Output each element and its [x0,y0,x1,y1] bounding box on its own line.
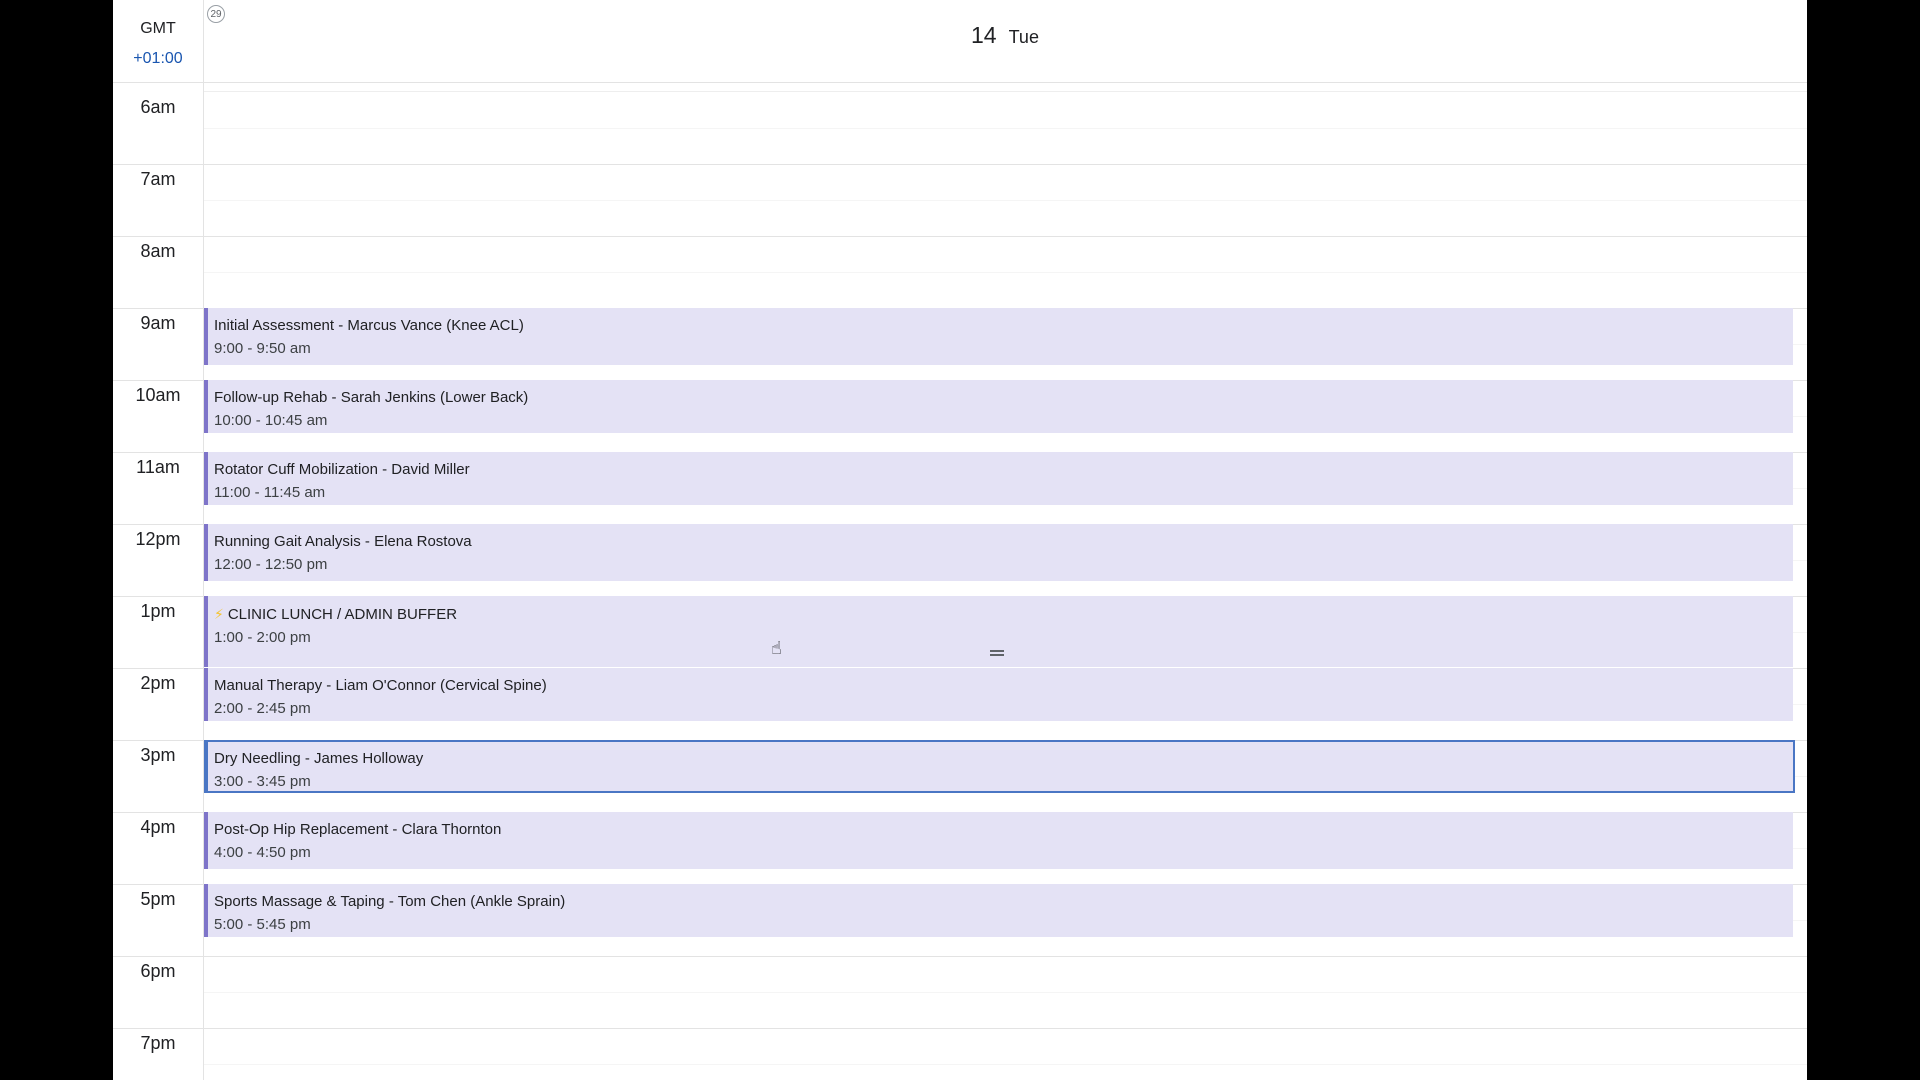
hour-gridline [113,956,1807,957]
event-title: Initial Assessment - Marcus Vance (Knee … [214,317,1793,335]
event-title-text: CLINIC LUNCH / ADMIN BUFFER [227,606,458,623]
timezone-label: GMT [140,20,176,37]
half-hour-gridline [204,992,1807,993]
timezone-offset[interactable]: +01:00 [113,50,203,68]
event-title-text: Follow-up Rehab - Sarah Jenkins (Lower B… [214,389,529,406]
event-time: 3:00 - 3:45 pm [214,773,311,790]
event-block[interactable]: Follow-up Rehab - Sarah Jenkins (Lower B… [204,380,1793,433]
half-hour-gridline [204,200,1807,201]
event-time: 1:00 - 2:00 pm [214,629,311,646]
event-block[interactable]: Running Gait Analysis - Elena Rostova 12:… [204,524,1793,581]
event-block[interactable]: Initial Assessment - Marcus Vance (Knee … [204,308,1793,365]
event-block[interactable]: Sports Massage & Taping - Tom Chen (Ankl… [204,884,1793,937]
week-number-badge[interactable]: 29 [207,5,225,23]
lightning-bolt-icon: ⚡ [214,606,224,622]
event-title: Post-Op Hip Replacement - Clara Thornton [214,821,1793,839]
calendar-day-view: GMT +01:00 29 14 Tue 6am 7am 8am 9am 10am 11am… [113,0,1807,1080]
event-block[interactable]: Manual Therapy - Liam O'Connor (Cervical… [204,668,1793,721]
event-title-text: Sports Massage & Taping - Tom Chen (Ankl… [214,893,566,910]
half-hour-gridline [204,128,1807,129]
hour-label: 4pm [140,817,176,837]
event-time: 2:00 - 2:45 pm [214,700,311,717]
hour-gridline [113,236,1807,237]
event-block[interactable]: Post-Op Hip Replacement - Clara Thornton… [204,812,1793,869]
hour-label: 9am [140,313,176,333]
day-number: 14 [971,22,997,48]
event-title-text: Manual Therapy - Liam O'Connor (Cervical… [214,677,547,694]
calendar-header: GMT +01:00 29 14 Tue [113,0,1807,83]
half-hour-gridline [204,1064,1807,1065]
day-header[interactable]: 14 Tue [203,22,1807,49]
event-block[interactable]: Dry Needling - James Holloway 3:00 - 3:45… [204,740,1795,793]
hour-label: 6pm [140,961,176,981]
event-title-text: Initial Assessment - Marcus Vance (Knee … [214,317,524,334]
hour-label: 6am [140,97,176,117]
event-title: Dry Needling - James Holloway [214,750,1793,768]
hour-gridline [113,1028,1807,1029]
event-title-text: Rotator Cuff Mobilization - David Miller [214,461,470,478]
event-time: 9:00 - 9:50 am [214,340,311,357]
event-time: 4:00 - 4:50 pm [214,844,311,861]
event-title: Follow-up Rehab - Sarah Jenkins (Lower B… [214,389,1793,407]
event-title-text: Dry Needling - James Holloway [214,750,424,767]
hour-label: 5pm [140,889,176,909]
hour-gridline [113,164,1807,165]
hand-cursor-icon: ☝ [771,638,782,658]
hour-label: 10am [135,385,181,405]
hour-label: 8am [140,241,176,261]
event-resize-handle[interactable] [990,650,1004,656]
event-block[interactable]: ⚡ CLINIC LUNCH / ADMIN BUFFER 1:00 - 2:00 … [204,596,1793,667]
event-title: Rotator Cuff Mobilization - David Miller [214,461,1793,479]
event-title: Manual Therapy - Liam O'Connor (Cervical… [214,677,1793,695]
half-hour-gridline [204,272,1807,273]
event-time: 5:00 - 5:45 pm [214,916,311,933]
hour-label: 7am [140,169,176,189]
event-title: Running Gait Analysis - Elena Rostova [214,533,1793,551]
day-name: Tue [1008,27,1039,47]
hour-label: 12pm [135,529,181,549]
hour-label: 2pm [140,673,176,693]
header-divider [203,91,1807,92]
event-title: ⚡ CLINIC LUNCH / ADMIN BUFFER [214,605,1793,624]
event-title: Sports Massage & Taping - Tom Chen (Ankl… [214,893,1793,911]
hour-label: 11am [136,457,180,477]
hour-label: 7pm [140,1033,176,1053]
event-block[interactable]: Rotator Cuff Mobilization - David Miller… [204,452,1793,505]
hour-label: 3pm [140,745,176,765]
event-time: 10:00 - 10:45 am [214,412,328,429]
event-title-text: Running Gait Analysis - Elena Rostova [214,533,472,550]
event-title-text: Post-Op Hip Replacement - Clara Thornton [214,821,502,838]
event-time: 11:00 - 11:45 am [214,484,326,501]
event-time: 12:00 - 12:50 pm [214,556,328,573]
hour-label: 1pm [140,601,176,621]
